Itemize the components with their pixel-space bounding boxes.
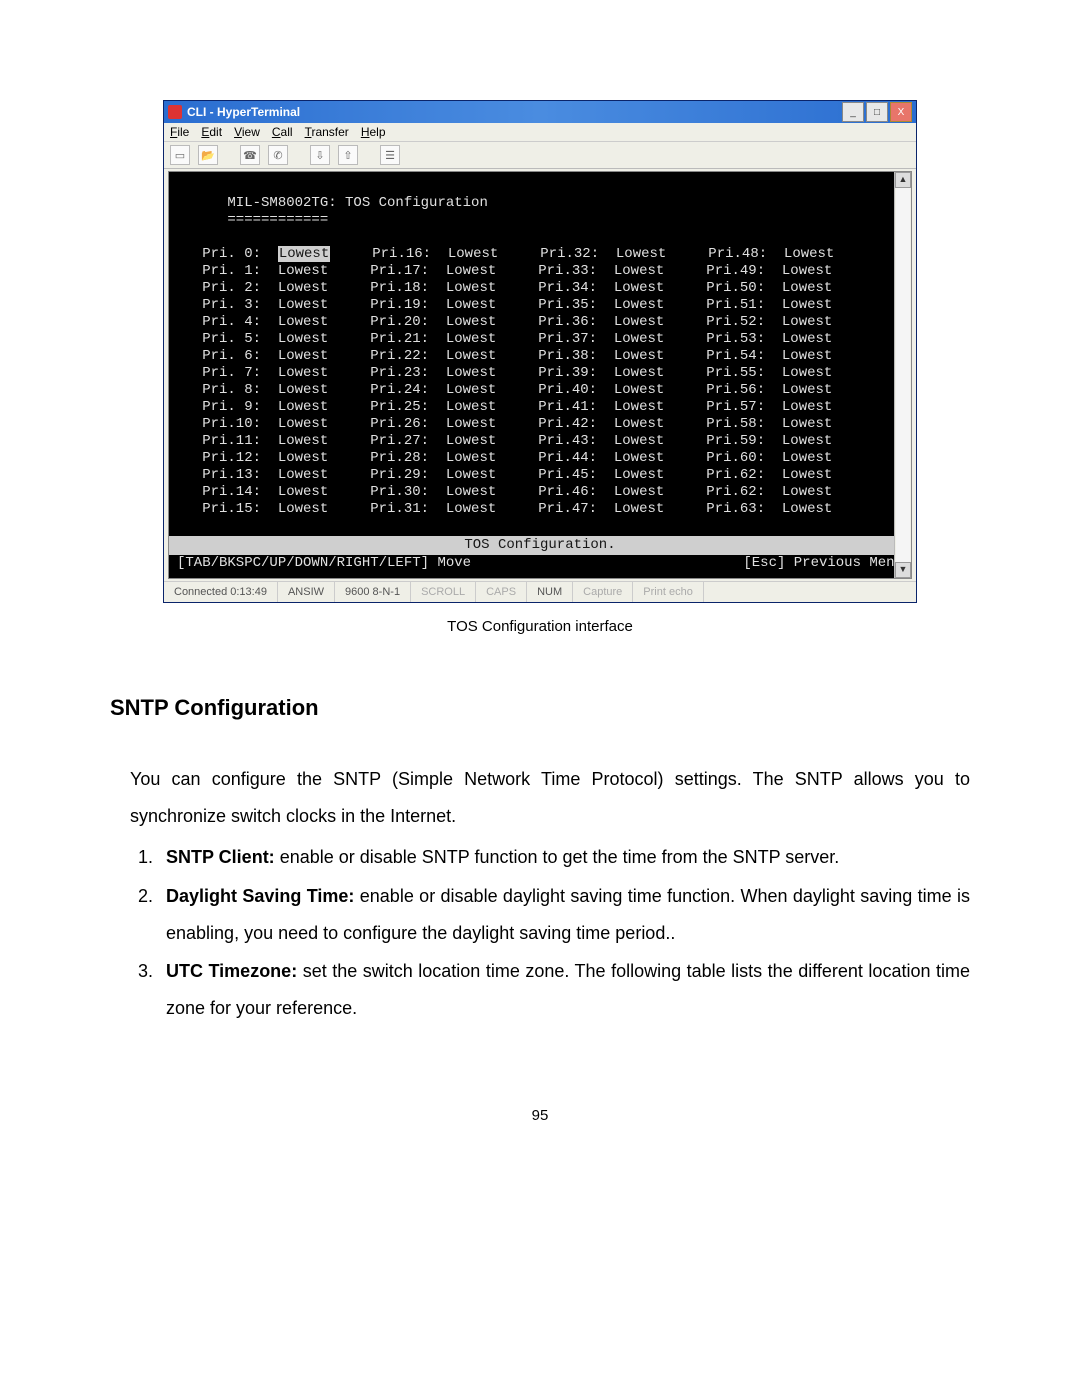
page-number: 95: [110, 1107, 970, 1124]
scroll-track[interactable]: [896, 188, 910, 562]
status-connected: Connected 0:13:49: [164, 582, 278, 602]
status-scroll: SCROLL: [411, 582, 476, 602]
scroll-up-icon[interactable]: ▲: [895, 172, 911, 188]
list-item-bold: UTC Timezone:: [166, 961, 297, 981]
toolbar-receive-icon[interactable]: ⇧: [338, 145, 358, 165]
list-item: Daylight Saving Time: enable or disable …: [158, 878, 970, 952]
toolbar-open-icon[interactable]: 📂: [198, 145, 218, 165]
maximize-button[interactable]: □: [866, 102, 888, 122]
toolbar-new-icon[interactable]: ▭: [170, 145, 190, 165]
app-icon: [168, 105, 182, 119]
terminal-output[interactable]: MIL-SM8002TG: TOS Configuration ========…: [169, 172, 911, 578]
list-item: UTC Timezone: set the switch location ti…: [158, 953, 970, 1027]
list-item-text: enable or disable SNTP function to get t…: [275, 847, 840, 867]
status-capture: Capture: [573, 582, 633, 602]
status-caps: CAPS: [476, 582, 527, 602]
list-item-bold: Daylight Saving Time:: [166, 886, 354, 906]
intro-paragraph: You can configure the SNTP (Simple Netwo…: [130, 761, 970, 835]
scroll-down-icon[interactable]: ▼: [895, 562, 911, 578]
numbered-list: SNTP Client: enable or disable SNTP func…: [158, 839, 970, 1027]
status-num: NUM: [527, 582, 573, 602]
toolbar-send-icon[interactable]: ⇩: [310, 145, 330, 165]
status-params: 9600 8-N-1: [335, 582, 411, 602]
toolbar-call-icon[interactable]: ☎: [240, 145, 260, 165]
section-heading: SNTP Configuration: [110, 695, 970, 721]
list-item-bold: SNTP Client:: [166, 847, 275, 867]
close-button[interactable]: X: [890, 102, 912, 122]
menu-call[interactable]: Call: [272, 125, 293, 139]
list-item: SNTP Client: enable or disable SNTP func…: [158, 839, 970, 876]
figure-caption: TOS Configuration interface: [110, 618, 970, 635]
toolbar: ▭ 📂 ☎ ✆ ⇩ ⇧ ☰: [164, 142, 916, 169]
menu-transfer[interactable]: Transfer: [305, 125, 349, 139]
menu-help[interactable]: Help: [361, 125, 386, 139]
status-echo: Print echo: [633, 582, 704, 602]
menu-file[interactable]: File: [170, 125, 189, 139]
toolbar-properties-icon[interactable]: ☰: [380, 145, 400, 165]
hyperterminal-window: CLI - HyperTerminal _ □ X File Edit View…: [163, 100, 917, 603]
titlebar: CLI - HyperTerminal _ □ X: [164, 101, 916, 123]
menu-view[interactable]: View: [234, 125, 260, 139]
toolbar-disconnect-icon[interactable]: ✆: [268, 145, 288, 165]
status-term: ANSIW: [278, 582, 335, 602]
minimize-button[interactable]: _: [842, 102, 864, 122]
menu-edit[interactable]: Edit: [201, 125, 222, 139]
scrollbar[interactable]: ▲ ▼: [894, 172, 911, 578]
menubar: File Edit View Call Transfer Help: [164, 123, 916, 142]
window-title: CLI - HyperTerminal: [187, 105, 840, 119]
statusbar: Connected 0:13:49 ANSIW 9600 8-N-1 SCROL…: [164, 581, 916, 602]
